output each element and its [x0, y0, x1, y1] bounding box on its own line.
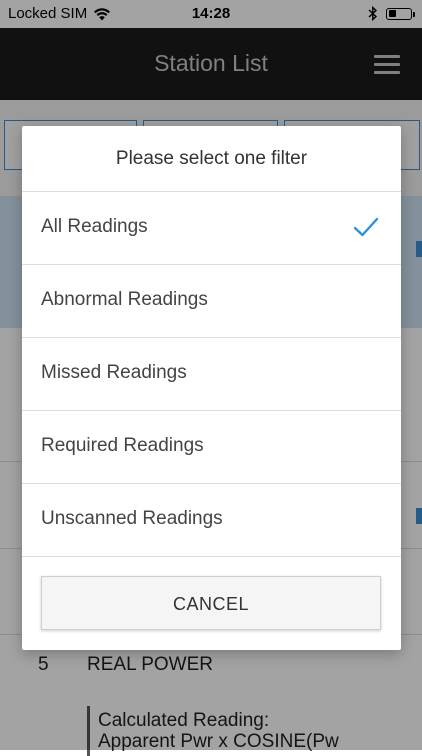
filter-option-label: Required Readings [41, 435, 204, 456]
filter-option-label: Unscanned Readings [41, 508, 223, 529]
filter-option-label: All Readings [41, 216, 148, 237]
dialog-title: Please select one filter [22, 126, 401, 192]
filter-option-unscanned-readings[interactable]: Unscanned Readings [22, 484, 401, 557]
checkmark-icon [353, 217, 379, 237]
filter-option-abnormal-readings[interactable]: Abnormal Readings [22, 265, 401, 338]
filter-option-label: Abnormal Readings [41, 289, 208, 310]
filter-option-all-readings[interactable]: All Readings [22, 192, 401, 265]
filter-option-missed-readings[interactable]: Missed Readings [22, 338, 401, 411]
filter-dialog: Please select one filter All Readings Ab… [22, 126, 401, 650]
cancel-button[interactable]: CANCEL [41, 576, 381, 630]
filter-option-label: Missed Readings [41, 362, 187, 383]
filter-option-required-readings[interactable]: Required Readings [22, 411, 401, 484]
